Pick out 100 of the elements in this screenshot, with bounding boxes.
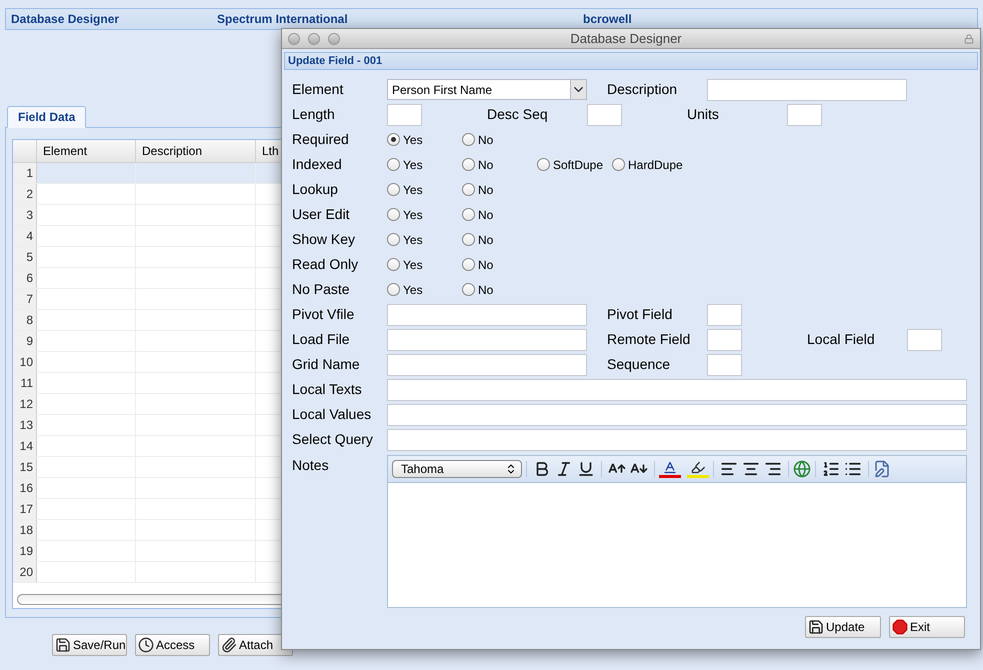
field-label: Element bbox=[292, 80, 344, 99]
column-header[interactable]: Description bbox=[136, 140, 256, 162]
field-label: Length bbox=[292, 105, 336, 124]
input-field[interactable] bbox=[387, 428, 967, 450]
field-label: Description bbox=[607, 80, 678, 99]
field-label: Pivot Field bbox=[607, 305, 674, 324]
radio-button[interactable] bbox=[387, 283, 400, 296]
radio-label: No bbox=[478, 232, 494, 248]
radio-button[interactable] bbox=[462, 183, 475, 196]
radio-label: No bbox=[478, 206, 494, 224]
input-field[interactable] bbox=[387, 328, 587, 350]
floppy-icon bbox=[808, 619, 824, 635]
italic-icon[interactable] bbox=[555, 460, 573, 478]
row-number: 2 bbox=[13, 184, 37, 204]
row-number: 13 bbox=[13, 415, 37, 435]
radio-label: No bbox=[478, 156, 494, 174]
input-field[interactable] bbox=[387, 304, 587, 326]
input-field[interactable] bbox=[387, 404, 967, 426]
radio-label: Yes bbox=[403, 206, 423, 224]
input-field[interactable] bbox=[707, 354, 742, 376]
radio-button[interactable] bbox=[462, 283, 475, 296]
font-color-icon[interactable] bbox=[659, 460, 681, 478]
button-icon bbox=[55, 637, 71, 653]
input-field[interactable] bbox=[707, 304, 742, 326]
font-select[interactable]: Tahoma bbox=[392, 460, 522, 478]
dialog-button[interactable]: Update bbox=[805, 616, 881, 638]
radio-label: Yes bbox=[403, 156, 423, 174]
notes-editor[interactable]: Tahoma bbox=[387, 455, 967, 608]
align-center-icon[interactable] bbox=[742, 460, 760, 478]
column-header[interactable]: Element bbox=[37, 140, 136, 162]
field-label: Indexed bbox=[292, 155, 343, 174]
field-label: Sequence bbox=[607, 355, 672, 374]
window-control-icon[interactable] bbox=[288, 32, 300, 44]
field-label: Notes bbox=[292, 456, 330, 475]
radio-button[interactable] bbox=[387, 258, 400, 271]
field-label: Local Values bbox=[292, 405, 372, 424]
radio-button[interactable] bbox=[462, 208, 475, 221]
globe-icon[interactable] bbox=[793, 460, 811, 478]
row-number: 7 bbox=[13, 289, 37, 309]
row-number: 19 bbox=[13, 541, 37, 561]
radio-button[interactable] bbox=[387, 208, 400, 221]
row-number: 1 bbox=[13, 163, 37, 183]
radio-button[interactable] bbox=[462, 233, 475, 246]
radio-label: No bbox=[478, 256, 494, 274]
radio-label: HardDupe bbox=[628, 156, 683, 174]
lock-icon bbox=[964, 34, 974, 44]
row-number: 5 bbox=[13, 247, 37, 267]
input-field[interactable] bbox=[387, 378, 967, 400]
window-control-icon[interactable] bbox=[328, 32, 340, 44]
bullet-list-icon[interactable] bbox=[844, 460, 862, 478]
row-number: 3 bbox=[13, 205, 37, 225]
row-number: 4 bbox=[13, 226, 37, 246]
tab[interactable]: Field Data bbox=[7, 106, 86, 128]
radio-label: Yes bbox=[403, 182, 423, 198]
radio-button[interactable] bbox=[462, 133, 475, 146]
row-number: 9 bbox=[13, 331, 37, 351]
window-control-icon[interactable] bbox=[308, 32, 320, 44]
dialog-button[interactable]: Exit bbox=[889, 616, 965, 638]
input-field[interactable] bbox=[387, 354, 587, 376]
input-field[interactable] bbox=[587, 104, 622, 126]
dropdown-icon bbox=[570, 80, 586, 99]
field-label: Pivot Vfile bbox=[292, 305, 356, 324]
radio-button[interactable] bbox=[612, 158, 625, 171]
highlight-icon[interactable] bbox=[687, 460, 709, 478]
radio-button[interactable] bbox=[387, 233, 400, 246]
radio-button[interactable] bbox=[537, 158, 550, 171]
user-name: bcrowell bbox=[583, 11, 632, 28]
toolbar-button[interactable]: Access bbox=[135, 634, 210, 656]
section-header: Update Field - 001 bbox=[284, 52, 978, 70]
input-field[interactable] bbox=[707, 328, 742, 350]
app-title: Database Designer bbox=[11, 11, 120, 28]
input-field[interactable] bbox=[787, 104, 822, 126]
input-field[interactable] bbox=[387, 104, 422, 126]
element-select[interactable]: Person First Name bbox=[387, 79, 587, 100]
radio-label: Yes bbox=[403, 282, 423, 298]
row-number: 14 bbox=[13, 436, 37, 456]
radio-button[interactable] bbox=[462, 258, 475, 271]
input-field[interactable] bbox=[907, 328, 942, 350]
field-label: Lookup bbox=[292, 180, 339, 199]
radio-button[interactable] bbox=[387, 183, 400, 196]
source-edit-icon[interactable] bbox=[873, 460, 891, 478]
radio-button[interactable] bbox=[387, 133, 400, 146]
field-label: User Edit bbox=[292, 205, 351, 224]
input-field[interactable] bbox=[707, 78, 907, 100]
align-right-icon[interactable] bbox=[764, 460, 782, 478]
radio-button[interactable] bbox=[387, 158, 400, 171]
align-left-icon[interactable] bbox=[720, 460, 738, 478]
underline-icon[interactable] bbox=[577, 460, 595, 478]
radio-button[interactable] bbox=[462, 158, 475, 171]
field-label: Local Texts bbox=[292, 380, 363, 399]
toolbar-button[interactable]: Save/Run bbox=[52, 634, 127, 656]
stop-icon bbox=[892, 619, 908, 635]
button-icon bbox=[138, 637, 154, 653]
stepper-icon bbox=[505, 463, 517, 475]
field-label: Desc Seq bbox=[487, 105, 549, 124]
row-number: 6 bbox=[13, 268, 37, 288]
row-number: 20 bbox=[13, 562, 37, 582]
numbered-list-icon[interactable] bbox=[822, 460, 840, 478]
radio-label: Yes bbox=[403, 256, 423, 274]
field-label: No Paste bbox=[292, 280, 351, 299]
